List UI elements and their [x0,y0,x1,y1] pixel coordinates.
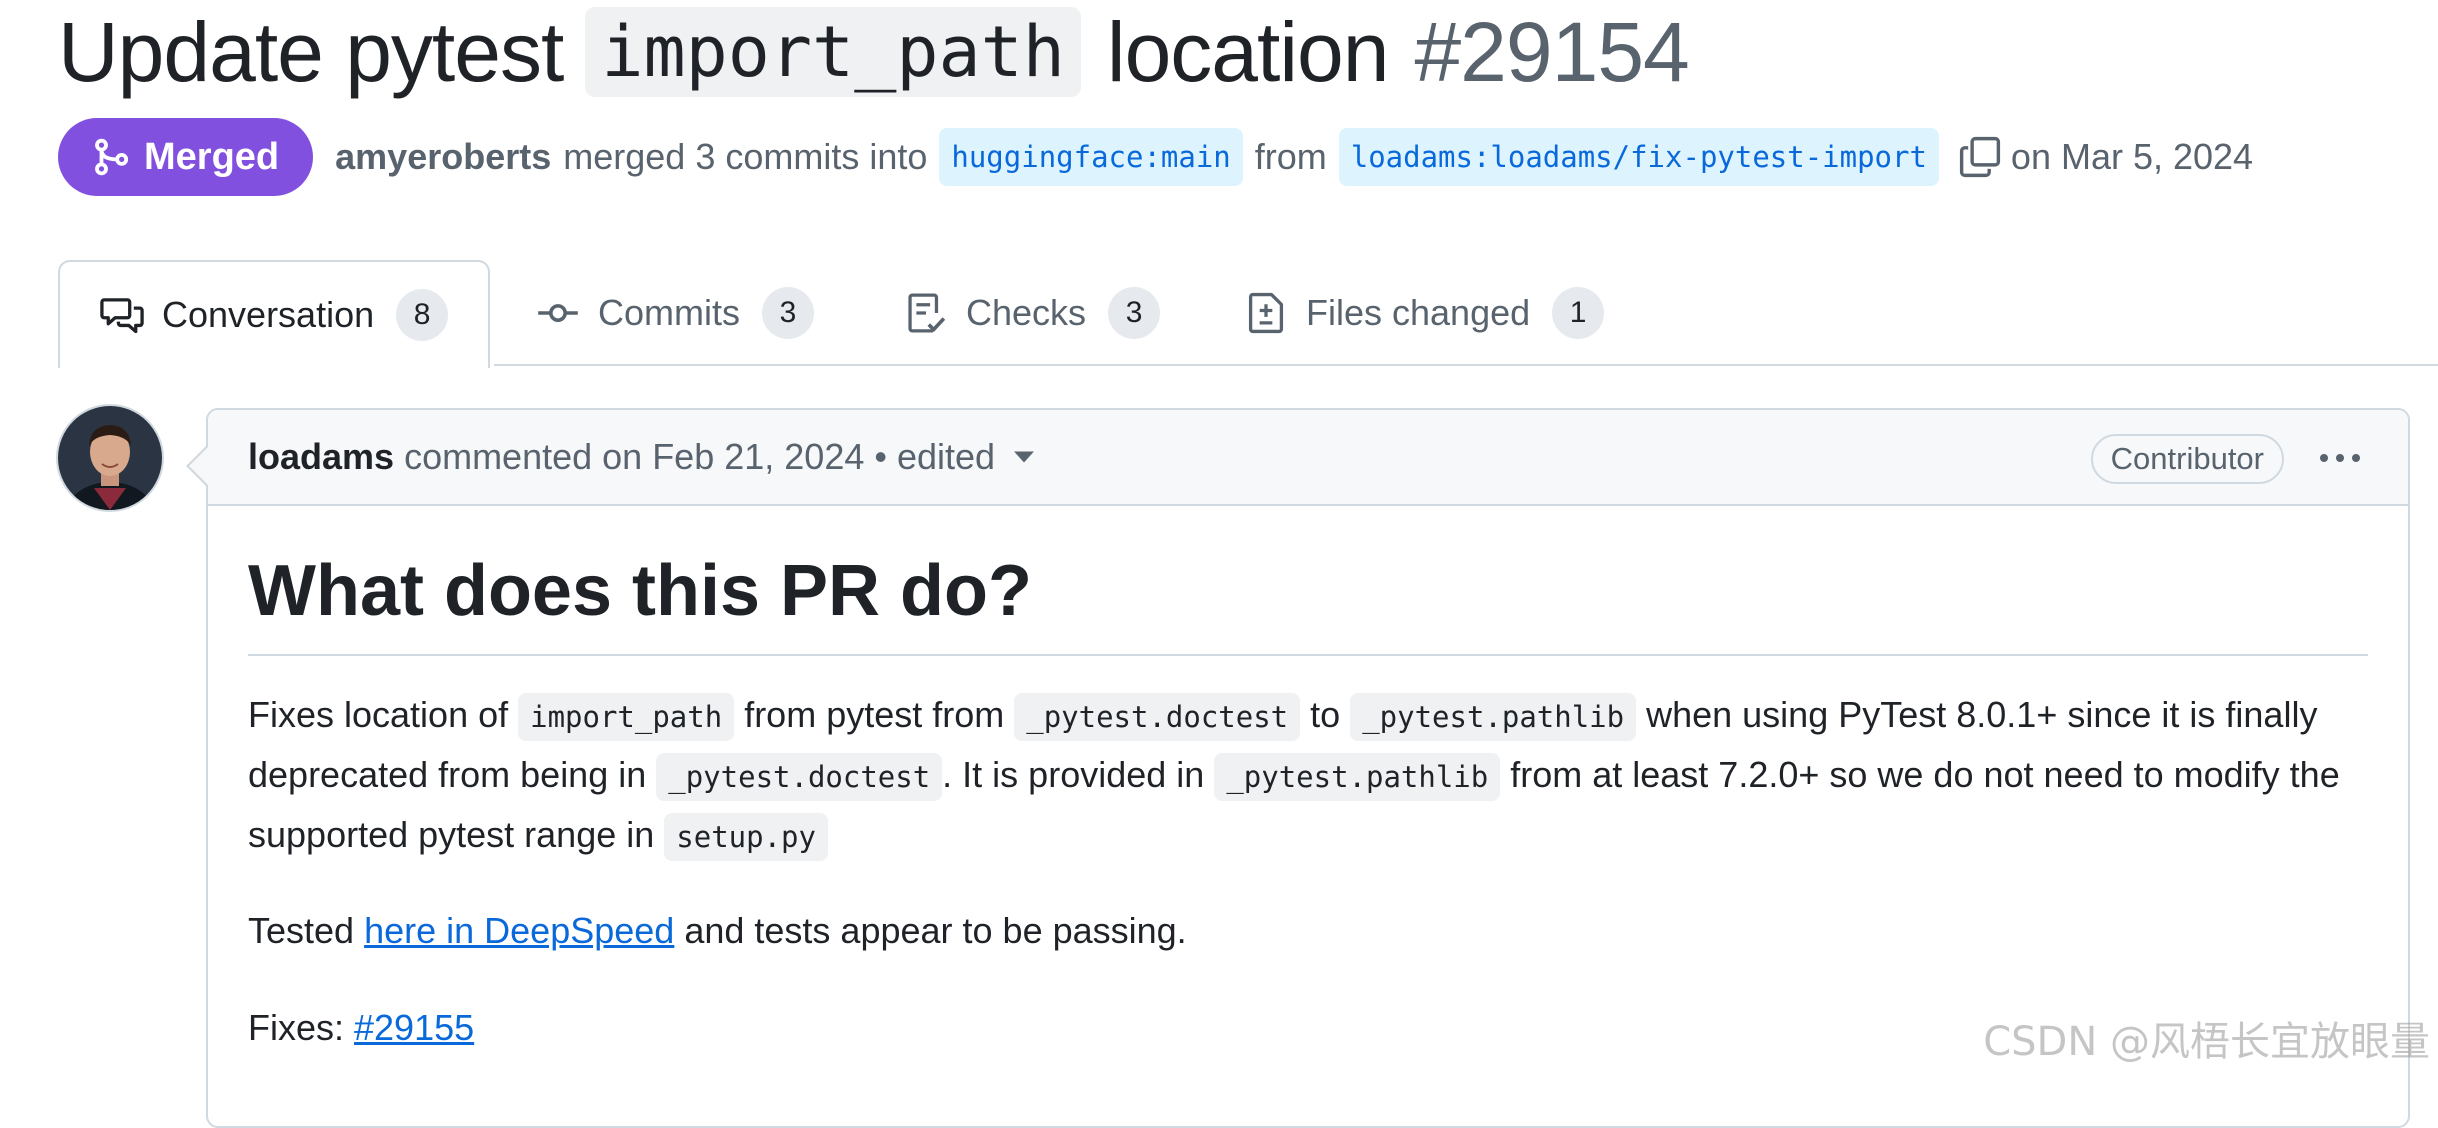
inline-code: _pytest.doctest [1014,692,1301,741]
tab-conversation[interactable]: Conversation 8 [58,260,491,368]
caret-down-icon [1014,451,1034,463]
text-span: to [1300,693,1351,735]
comment-heading: What does this PR do? [248,506,2368,656]
tab-commits-label: Commits [598,292,740,333]
edited-label: • edited [874,436,996,477]
comment-header: loadams commented on Feb 21, 2024 • edit… [208,410,2408,506]
pr-title: Update pytest import_path location #2915… [58,0,1690,104]
git-commit-icon [536,291,580,335]
inline-code: _pytest.doctest [656,752,943,801]
inline-code: setup.py [664,812,828,861]
comment-paragraph-tested: Tested here in DeepSpeed and tests appea… [248,902,2368,959]
merged-status-label: Merged [144,135,280,178]
pr-number: #29154 [1414,5,1689,99]
inline-code: _pytest.pathlib [1214,752,1501,801]
deepspeed-link[interactable]: here in DeepSpeed [364,910,674,951]
tab-checks[interactable]: Checks 3 [904,260,1161,366]
pr-meta: Merged amyeroberts merged 3 commits into… [58,118,2253,196]
from-text: from [1254,136,1327,177]
tab-commits[interactable]: Commits 3 [536,260,814,366]
head-branch[interactable]: loadams:loadams/fix-pytest-import [1338,128,1939,186]
avatar[interactable] [56,404,164,512]
text-span: from pytest from [734,693,1015,735]
kebab-horizontal-icon[interactable] [2320,454,2360,462]
tab-files-changed[interactable]: Files changed 1 [1244,260,1605,366]
pr-title-text-start: Update pytest [58,5,564,99]
text-span: Tested [248,909,365,951]
pr-title-text-end: location [1106,5,1390,99]
watermark: CSDN @风梧长宜放眼量 [1983,1019,2430,1065]
text-span: and tests appear to be passing. [674,909,1187,951]
merged-status-badge: Merged [58,118,314,196]
merger-link[interactable]: amyeroberts [335,136,551,178]
comment-arrow-fill [189,446,209,486]
inline-code: import_path [518,692,735,741]
comment-timestamp[interactable]: commented on Feb 21, 2024 [404,436,864,478]
merge-description: merged 3 commits into [563,136,928,177]
git-merge-icon [95,138,129,176]
file-diff-icon [1244,291,1288,335]
tab-files-changed-count: 1 [1552,287,1605,339]
tab-commits-count: 3 [762,287,814,339]
inline-code: _pytest.pathlib [1350,692,1637,741]
edited-dropdown[interactable]: • edited [874,436,1035,478]
checklist-icon [904,291,948,335]
pr-title-code: import_path [585,7,1081,97]
text-span: Fixes location of [248,693,519,735]
pr-tabs: Conversation 8 Commits 3 Checks 3 Files … [0,260,2438,368]
tab-checks-count: 3 [1108,287,1161,339]
comment-paragraph-description: Fixes location of import_path from pytes… [248,686,2388,866]
comment-body: What does this PR do? Fixes location of … [208,506,2408,1056]
comment-discussion-icon [100,293,144,337]
base-branch[interactable]: huggingface:main [939,128,1243,186]
issue-link[interactable]: #29155 [354,1007,474,1048]
tab-conversation-count: 8 [396,289,449,341]
tab-conversation-label: Conversation [162,294,375,335]
comment-author-link[interactable]: loadams [248,436,394,478]
merge-date: on Mar 5, 2024 [2010,136,2254,177]
text-span: Fixes: [248,1006,355,1048]
tab-files-changed-label: Files changed [1306,292,1531,333]
tab-checks-label: Checks [966,292,1087,333]
copy-icon[interactable] [1959,136,2001,178]
contributor-badge: Contributor [2090,434,2284,484]
text-span: . It is provided in [942,753,1215,795]
